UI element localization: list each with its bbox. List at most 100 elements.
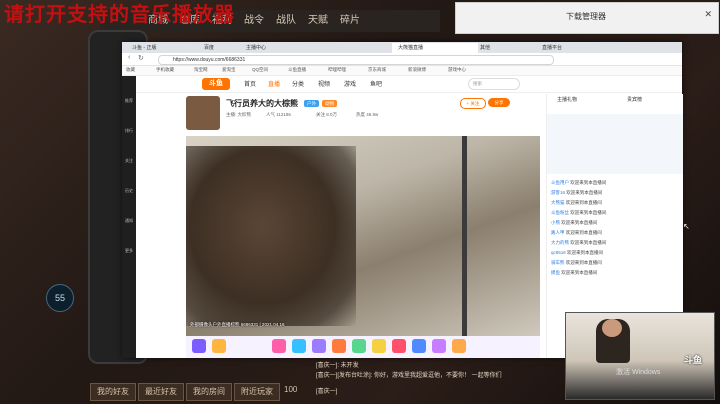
chat-text: 欢迎来到本直播间: [561, 270, 598, 275]
gift-icon[interactable]: [452, 339, 466, 353]
bookmark-item[interactable]: 哔哩哔哩: [328, 67, 346, 73]
refresh-icon[interactable]: ↻: [138, 54, 144, 62]
gift-icon[interactable]: [412, 339, 426, 353]
bookmark-item[interactable]: 淘宝网: [194, 67, 208, 73]
gift-icon[interactable]: [352, 339, 366, 353]
browser-tab[interactable]: 直播平台: [536, 43, 612, 53]
room-meta: 人气 112186: [266, 112, 291, 117]
game-bottom-button[interactable]: 附近玩家: [234, 383, 280, 401]
room-meta: 关注 8.0万: [316, 112, 338, 117]
bookmark-item[interactable]: 手机收藏: [156, 67, 174, 73]
sidebar-item[interactable]: 推荐: [123, 98, 135, 104]
bookmark-item[interactable]: 收藏: [126, 67, 135, 73]
browser-tab[interactable]: 斗鱼 - 正版: [126, 43, 202, 53]
chat-message: 大力的熊 欢迎来到本直播间: [551, 240, 679, 246]
rank-area: [547, 114, 683, 174]
chat-username[interactable]: 斗鱼粉丝: [551, 210, 569, 215]
game-tab[interactable]: 战令: [236, 12, 272, 30]
bookmark-item[interactable]: 游戏中心: [448, 67, 466, 73]
close-icon[interactable]: ✕: [704, 9, 712, 20]
sidebar-item[interactable]: 关注: [123, 158, 135, 164]
gift-icon[interactable]: [392, 339, 406, 353]
gift-icon[interactable]: [332, 339, 346, 353]
game-chat-line: [喜庆一][发布台吐涂]: 你好，游戏里我超爱逗他，不要你！ 一起等你们: [316, 373, 502, 379]
chat-username[interactable]: 大熊猫: [551, 200, 565, 205]
browser-tab-bar: 斗鱼 - 正版 百度 主播中心 大熊猫直播 其他 直播平台: [122, 42, 682, 53]
bookmark-item[interactable]: 新浪微博: [408, 67, 426, 73]
back-icon[interactable]: ‹: [128, 54, 130, 61]
game-tab[interactable]: 天赋: [300, 12, 336, 30]
sidebar-item[interactable]: 更多: [123, 248, 135, 254]
url-input[interactable]: https://www.douyu.com/6686331: [158, 55, 554, 65]
speed-badge: 55: [46, 284, 74, 312]
chat-username[interactable]: 摸鱼: [551, 270, 560, 275]
video-player[interactable]: 外部摄像头户外直播棕熊 6686331 | 2021.04.16: [186, 136, 540, 336]
share-button[interactable]: 分享: [488, 98, 510, 107]
gift-icon[interactable]: [292, 339, 306, 353]
nav-item[interactable]: 鱼吧: [370, 79, 382, 88]
douyu-logo[interactable]: 斗鱼: [202, 78, 230, 90]
room-tag[interactable]: 动物: [322, 100, 337, 107]
chat-username[interactable]: 斗鱼用户: [551, 180, 569, 185]
bear-image: [186, 146, 356, 326]
download-manager-window[interactable]: 下载管理器 ✕: [455, 2, 719, 34]
chat-message: qc8516 欢迎来到本直播间: [551, 250, 679, 256]
bookmark-item[interactable]: 斗鱼直播: [288, 67, 306, 73]
chat-tab[interactable]: 贵宾榜: [627, 96, 642, 103]
search-input[interactable]: 搜索: [468, 78, 520, 90]
follow-button[interactable]: + 关注: [460, 98, 486, 109]
bookmark-item[interactable]: 爱淘宝: [222, 67, 236, 73]
chat-username[interactable]: qc8516: [551, 250, 566, 255]
gift-icon[interactable]: [192, 339, 206, 353]
room-meta: 热度 46.9w: [356, 112, 379, 117]
sidebar-item[interactable]: 通知: [123, 218, 135, 224]
gift-icon[interactable]: [432, 339, 446, 353]
nav-item[interactable]: 视频: [318, 79, 330, 88]
sidebar-item[interactable]: 历史: [123, 188, 135, 194]
chat-message: 摸鱼 欢迎来到本直播间: [551, 270, 679, 276]
game-tab[interactable]: 战队: [268, 12, 304, 30]
chat-text: 欢迎来到本直播间: [565, 230, 602, 235]
game-tab[interactable]: 碎片: [332, 12, 368, 30]
chat-tab[interactable]: 主播礼物: [557, 96, 577, 103]
game-bottom-bar: 我的好友 最近好友 我的房间 附近玩家 100: [90, 383, 350, 401]
game-bottom-button[interactable]: 我的房间: [186, 383, 232, 401]
chat-message: 大熊猫 欢迎来到本直播间: [551, 200, 679, 206]
chat-text: 欢迎来到本直播间: [561, 220, 598, 225]
nav-item-active[interactable]: 直播: [268, 79, 280, 88]
gift-icon[interactable]: [312, 339, 326, 353]
chat-username[interactable]: 骑车熊: [551, 260, 565, 265]
nav-item[interactable]: 首页: [244, 79, 256, 88]
nav-item[interactable]: 分类: [292, 79, 304, 88]
gift-icon[interactable]: [212, 339, 226, 353]
chat-message: 游客16 欢迎来到本直播间: [551, 190, 679, 196]
gift-icon[interactable]: [272, 339, 286, 353]
room-title: 飞行员养大的大棕熊: [226, 99, 298, 108]
nav-item[interactable]: 游戏: [344, 79, 356, 88]
sidebar-item[interactable]: 排行: [123, 128, 135, 134]
browser-window[interactable]: 斗鱼 - 正版 百度 主播中心 大熊猫直播 其他 直播平台 ‹ ↻ https:…: [122, 42, 683, 358]
gift-icon[interactable]: [372, 339, 386, 353]
browser-tab[interactable]: 百度: [198, 43, 244, 53]
room-meta: 主播: 大棕熊: [226, 112, 252, 117]
chat-username[interactable]: 路人甲: [551, 230, 565, 235]
bookmark-item[interactable]: QQ空间: [252, 67, 268, 73]
game-bottom-button[interactable]: 我的好友: [90, 383, 136, 401]
chat-username[interactable]: 大力的熊: [551, 240, 569, 245]
chat-username[interactable]: 小熊: [551, 220, 560, 225]
streamer-face: [602, 319, 622, 337]
browser-tab-active[interactable]: 大熊猫直播: [392, 43, 478, 53]
address-bar: ‹ ↻ https://www.douyu.com/6686331: [122, 53, 682, 66]
game-count: 100: [284, 385, 298, 394]
chat-text: 欢迎来到本直播间: [567, 250, 604, 255]
chat-username[interactable]: 游客16: [551, 190, 565, 195]
streamer-avatar[interactable]: [186, 96, 220, 130]
bookmark-item[interactable]: 京东商城: [368, 67, 386, 73]
chat-message: 路人甲 欢迎来到本直播间: [551, 230, 679, 236]
browser-tab[interactable]: 主播中心: [240, 43, 316, 53]
browser-tab[interactable]: 其他: [474, 43, 540, 53]
gift-bar: [186, 336, 540, 358]
chat-message: 斗鱼粉丝 欢迎来到本直播间: [551, 210, 679, 216]
game-bottom-button[interactable]: 最近好友: [138, 383, 184, 401]
room-tag[interactable]: 户外: [304, 100, 319, 107]
